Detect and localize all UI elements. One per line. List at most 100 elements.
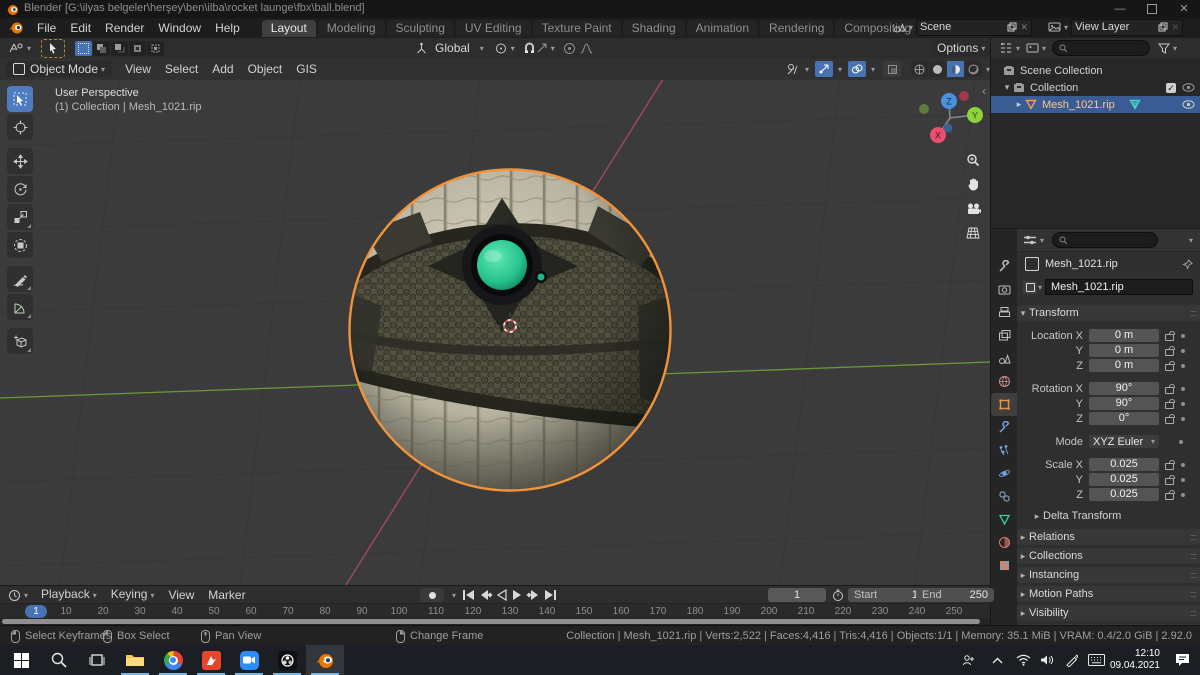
viewport-menu-object[interactable]: Object xyxy=(241,60,290,79)
animate-dot[interactable] xyxy=(1181,478,1185,482)
auto-keyframe-button[interactable] xyxy=(420,588,444,602)
visibility-panel-header[interactable]: ▸Visibility:::: xyxy=(1017,605,1200,621)
lock-icon[interactable] xyxy=(1165,334,1174,341)
rotation-mode-select[interactable]: XYZ Euler▾ xyxy=(1089,435,1159,448)
rotation-y-field[interactable]: 90° xyxy=(1089,397,1159,410)
tab-constraints[interactable] xyxy=(991,485,1017,508)
tray-volume-icon[interactable] xyxy=(1035,645,1059,675)
frame-end-field[interactable]: End250 xyxy=(916,588,994,602)
tool-annotate[interactable] xyxy=(7,266,33,292)
playhead-current-frame[interactable]: 1 xyxy=(25,605,47,618)
gizmo-axis-y[interactable]: Y xyxy=(967,107,983,123)
menu-help[interactable]: Help xyxy=(208,19,247,38)
tab-object-data[interactable] xyxy=(991,508,1017,531)
zoom-button[interactable] xyxy=(961,148,985,172)
outliner-display-mode-icon[interactable] xyxy=(999,42,1013,54)
action-center-icon[interactable] xyxy=(1164,645,1200,675)
gizmo-axis-x[interactable]: X xyxy=(930,127,946,143)
navigation-gizmo[interactable]: Z Y X xyxy=(912,88,988,152)
view-layer-selector[interactable]: ▾ View Layer ✕ xyxy=(1048,19,1196,35)
instancing-panel-header[interactable]: ▸Instancing:::: xyxy=(1017,567,1200,583)
taskbar-blender[interactable] xyxy=(306,645,344,675)
lock-icon[interactable] xyxy=(1165,463,1174,470)
tool-measure[interactable] xyxy=(7,294,33,320)
animate-dot[interactable] xyxy=(1181,334,1185,338)
blender-app-icon[interactable] xyxy=(8,21,24,35)
tool-scale[interactable] xyxy=(7,204,33,230)
tab-material[interactable] xyxy=(991,531,1017,554)
filter-funnel-icon[interactable] xyxy=(1158,43,1170,54)
viewport-3d[interactable]: User Perspective (1) Collection | Mesh_1… xyxy=(0,80,990,585)
tab-world[interactable] xyxy=(991,370,1017,393)
shading-solid-button[interactable] xyxy=(929,61,946,77)
viewport-menu-add[interactable]: Add xyxy=(205,60,240,79)
proportional-edit-controls[interactable] xyxy=(563,42,593,55)
properties-search-input[interactable] xyxy=(1052,232,1158,248)
taskbar-chrome[interactable] xyxy=(154,645,192,675)
viewport-menu-view[interactable]: View xyxy=(118,60,158,79)
location-y-field[interactable]: 0 m xyxy=(1089,344,1159,357)
taskbar-obs[interactable] xyxy=(268,645,306,675)
taskbar-search-button[interactable] xyxy=(40,645,78,675)
outliner-row-collection[interactable]: ▾ Collection ✓ xyxy=(991,79,1200,96)
select-mode-paint[interactable] xyxy=(147,41,164,56)
task-view-button[interactable] xyxy=(78,645,116,675)
animate-dot[interactable] xyxy=(1181,364,1185,368)
scale-z-field[interactable]: 0.025 xyxy=(1089,488,1159,501)
scale-y-field[interactable]: 0.025 xyxy=(1089,473,1159,486)
taskbar-file-explorer[interactable] xyxy=(116,645,154,675)
close-button[interactable]: ✕ xyxy=(1176,1,1192,17)
collection-exclude-checkbox[interactable]: ✓ xyxy=(1166,83,1176,93)
delta-transform-row[interactable]: ▸ Delta Transform xyxy=(1017,510,1200,522)
current-frame-field[interactable]: 1 xyxy=(768,588,826,602)
tool-add-cube[interactable] xyxy=(7,328,33,354)
outliner-row-scene-collection[interactable]: Scene Collection xyxy=(991,62,1200,79)
animate-dot[interactable] xyxy=(1181,493,1185,497)
tab-physics[interactable] xyxy=(991,462,1017,485)
viewport-menu-select[interactable]: Select xyxy=(158,60,205,79)
workspace-tab-texture-paint[interactable]: Texture Paint xyxy=(533,20,621,37)
object-visibility-eye-icon[interactable] xyxy=(1182,100,1195,109)
outliner-id-filter-icon[interactable] xyxy=(1026,42,1039,54)
tool-move[interactable] xyxy=(7,148,33,174)
animate-dot[interactable] xyxy=(1181,387,1185,391)
menu-render[interactable]: Render xyxy=(98,19,151,38)
tool-cursor[interactable] xyxy=(7,114,33,140)
relations-panel-header[interactable]: ▸Relations:::: xyxy=(1017,529,1200,545)
menu-edit[interactable]: Edit xyxy=(63,19,98,38)
tab-render[interactable] xyxy=(991,278,1017,301)
select-mode-tweak[interactable] xyxy=(75,41,92,56)
select-mode-lasso[interactable] xyxy=(129,41,146,56)
xray-toggle[interactable] xyxy=(883,61,901,77)
shading-rendered-button[interactable] xyxy=(965,61,982,77)
tray-touch-keyboard-icon[interactable] xyxy=(1083,645,1109,675)
menu-window[interactable]: Window xyxy=(151,19,208,38)
collection-expand-icon[interactable]: ▾ xyxy=(1001,82,1013,93)
select-mode-box[interactable] xyxy=(93,41,110,56)
timeline-ruler[interactable]: 1 10 20 30 40 50 60 70 80 90 100 110 120… xyxy=(0,603,990,619)
lock-icon[interactable] xyxy=(1165,493,1174,500)
tool-transform[interactable] xyxy=(7,232,33,258)
workspace-tab-layout[interactable]: Layout xyxy=(262,20,316,37)
breadcrumb-object-name[interactable]: Mesh_1021.rip xyxy=(1045,258,1118,270)
tab-tool[interactable] xyxy=(991,255,1017,278)
maximize-button[interactable] xyxy=(1144,1,1160,17)
properties-editor-icon[interactable] xyxy=(1023,234,1037,246)
taskbar-clock[interactable]: 12:10 09.04.2021 xyxy=(1110,648,1160,672)
workspace-tab-modeling[interactable]: Modeling xyxy=(318,20,385,37)
scale-x-field[interactable]: 0.025 xyxy=(1089,458,1159,471)
viewport-menu-gis[interactable]: GIS xyxy=(289,60,324,79)
lock-icon[interactable] xyxy=(1165,387,1174,394)
lock-icon[interactable] xyxy=(1165,349,1174,356)
copy-view-layer-icon[interactable] xyxy=(1158,22,1168,32)
pan-hand-button[interactable] xyxy=(961,172,985,196)
outliner-row-mesh-object[interactable]: ▸ Mesh_1021.rip xyxy=(991,96,1200,113)
tray-wifi-icon[interactable] xyxy=(1011,645,1035,675)
object-expand-icon[interactable]: ▸ xyxy=(1013,99,1025,110)
tray-pen-icon[interactable] xyxy=(1059,645,1083,675)
object-id-icon[interactable] xyxy=(1023,281,1037,294)
timeline-menu-marker[interactable]: Marker xyxy=(201,586,252,605)
outliner-search-input[interactable] xyxy=(1052,40,1150,56)
location-z-field[interactable]: 0 m xyxy=(1089,359,1159,372)
tray-hidden-icons-chevron[interactable] xyxy=(985,645,1009,675)
